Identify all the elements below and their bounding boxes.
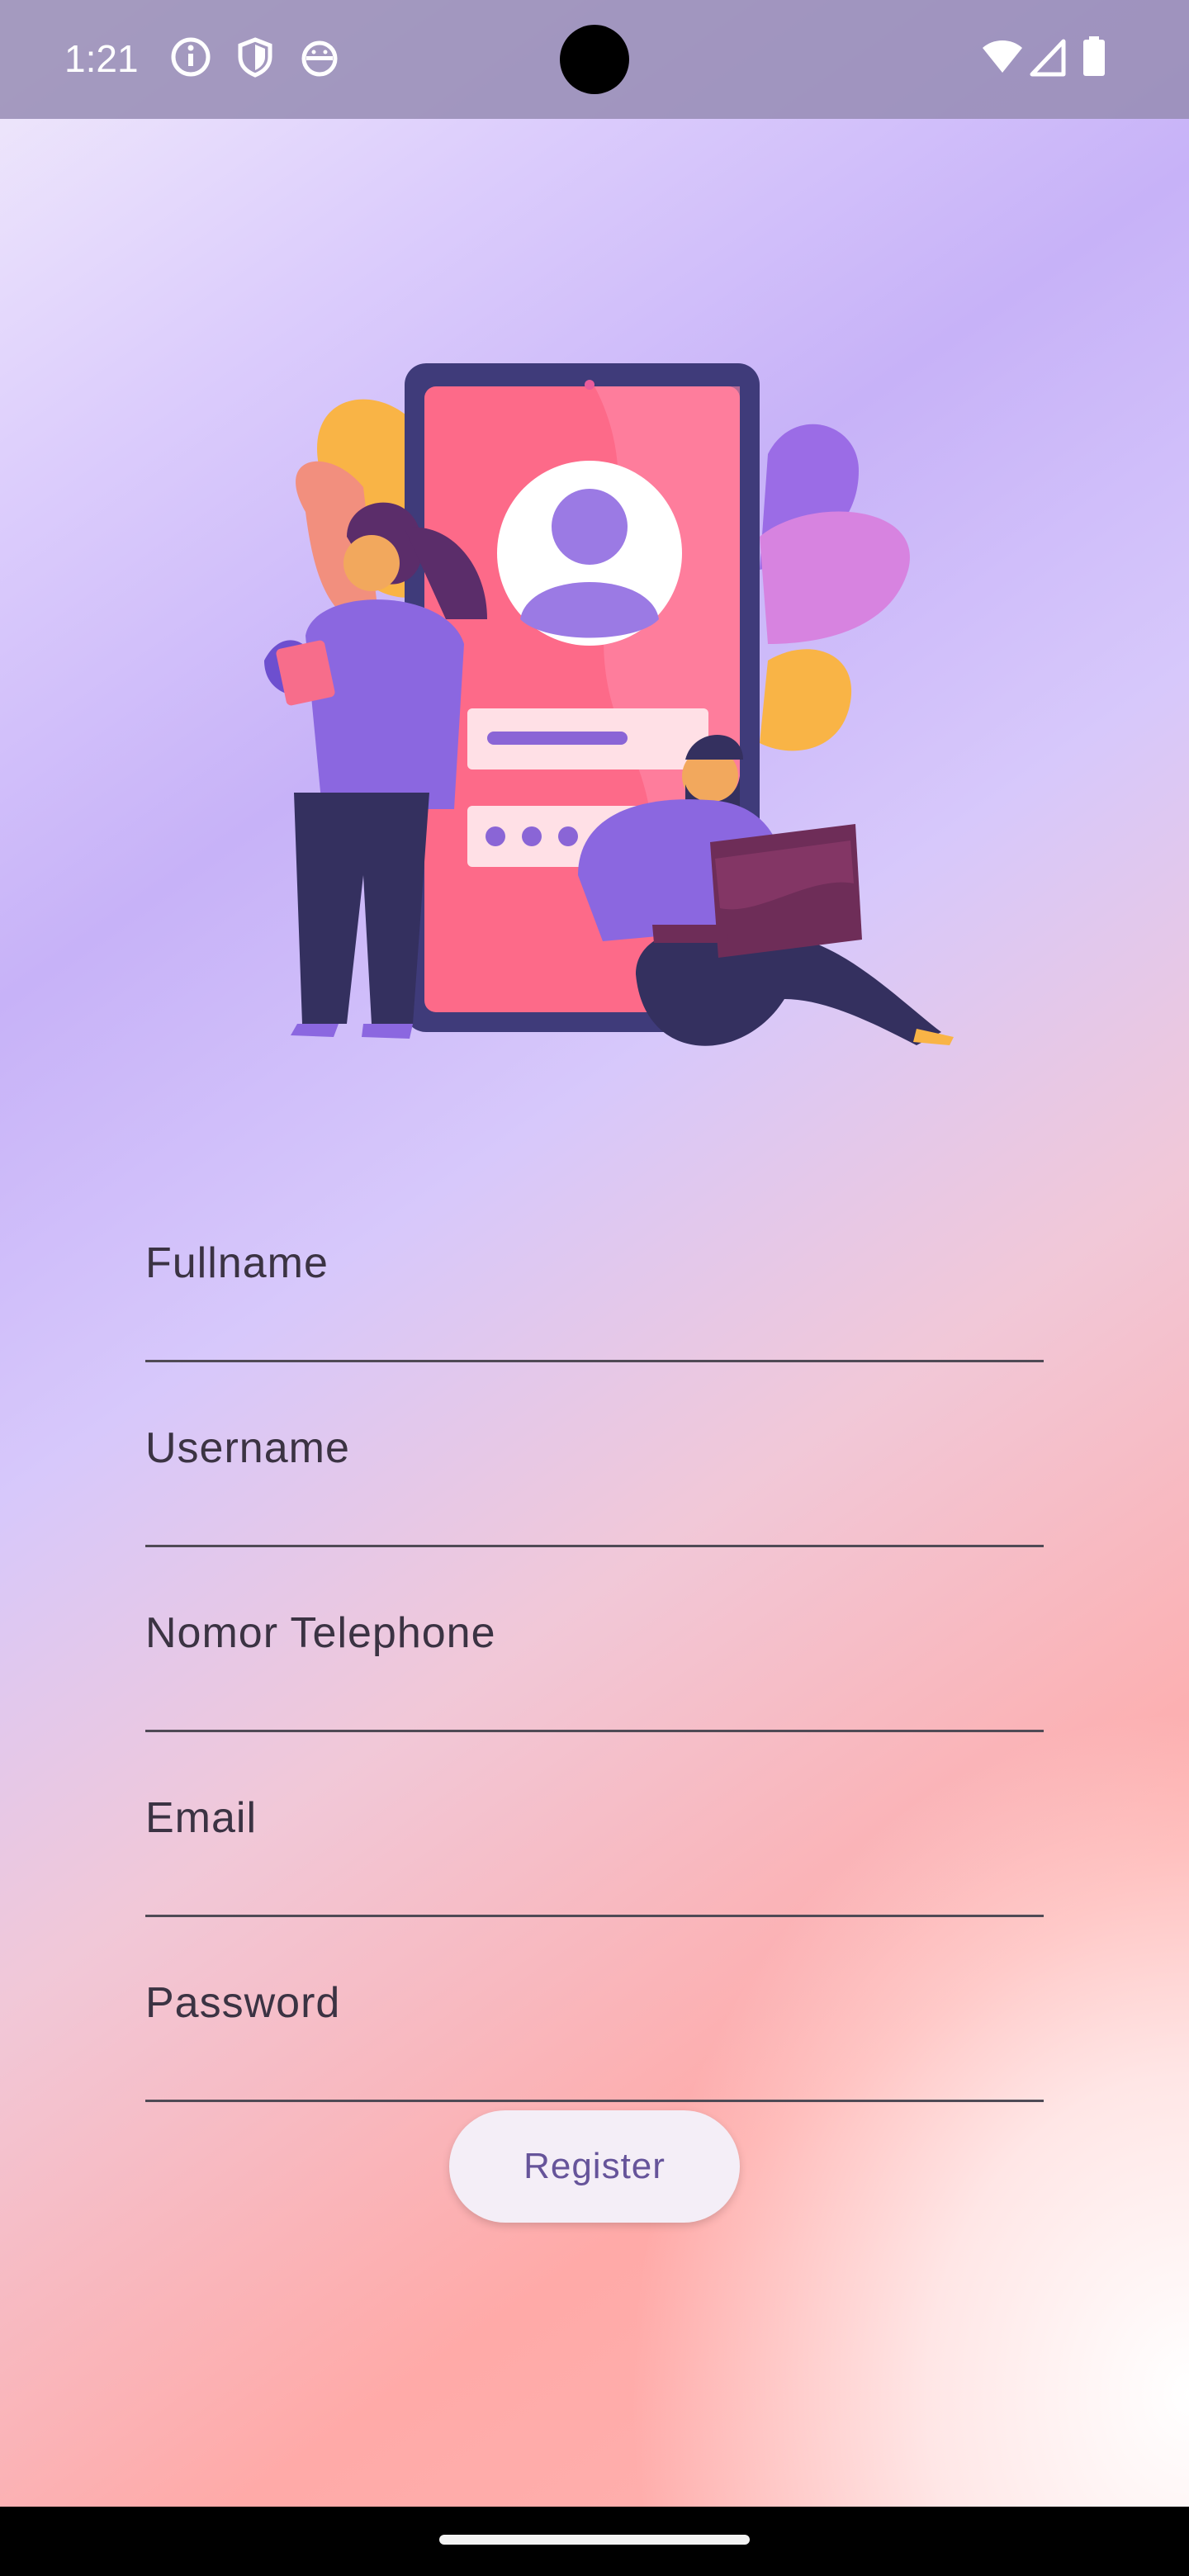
camera-cutout bbox=[560, 25, 629, 94]
phone-underline bbox=[145, 1730, 1044, 1732]
battery-icon bbox=[1082, 36, 1106, 78]
password-underline bbox=[145, 2100, 1044, 2102]
email-input[interactable] bbox=[145, 1777, 1044, 1909]
wifi-icon bbox=[981, 36, 1024, 78]
email-underline bbox=[145, 1915, 1044, 1917]
password-input[interactable] bbox=[145, 1962, 1044, 2094]
username-field[interactable]: Username bbox=[145, 1407, 1044, 1547]
info-icon bbox=[170, 36, 211, 78]
shield-icon bbox=[234, 36, 276, 78]
email-field[interactable]: Email bbox=[145, 1777, 1044, 1917]
status-time: 1:21 bbox=[64, 37, 139, 80]
signal-icon bbox=[1029, 36, 1067, 78]
username-input[interactable] bbox=[145, 1407, 1044, 1539]
fullname-input[interactable] bbox=[145, 1222, 1044, 1354]
register-screen: 1:21 Fullname Username Nomor Telephone E… bbox=[0, 0, 1189, 2507]
fullname-underline bbox=[145, 1360, 1044, 1362]
phone-field[interactable]: Nomor Telephone bbox=[145, 1592, 1044, 1732]
android-icon bbox=[299, 36, 340, 78]
phone-input[interactable] bbox=[145, 1592, 1044, 1724]
register-button[interactable]: Register bbox=[449, 2110, 740, 2223]
register-illustration-icon bbox=[248, 347, 958, 1090]
fullname-field[interactable]: Fullname bbox=[145, 1222, 1044, 1362]
home-indicator[interactable] bbox=[439, 2535, 750, 2545]
status-bar: 1:21 bbox=[0, 0, 1189, 119]
password-field[interactable]: Password bbox=[145, 1962, 1044, 2102]
username-underline bbox=[145, 1545, 1044, 1547]
